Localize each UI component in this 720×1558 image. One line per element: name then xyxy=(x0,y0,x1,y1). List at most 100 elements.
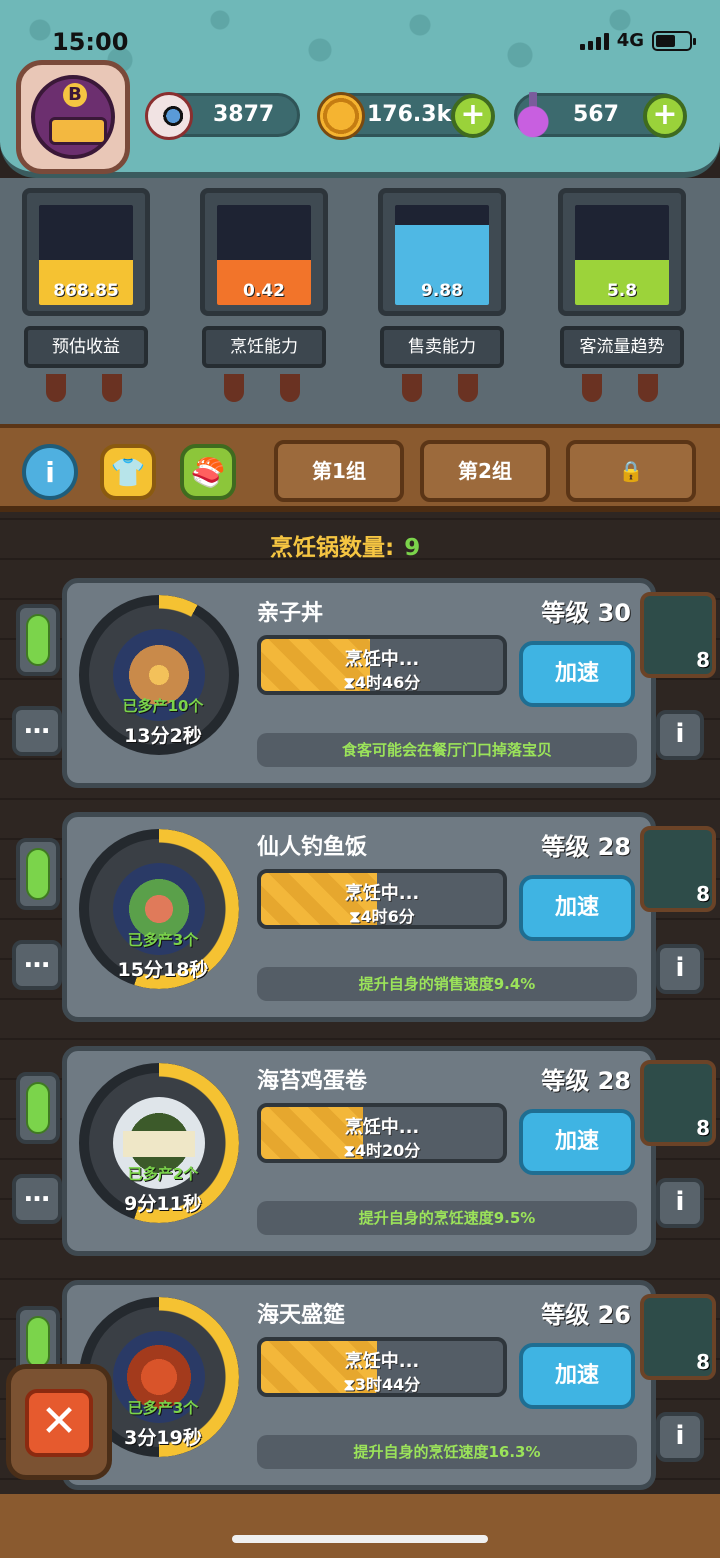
stats-machine-area: 868.85 预估收益 0.42 烹饪能力 9.88 售卖能力 5.8 客流量趋… xyxy=(0,178,720,424)
machine-legs xyxy=(396,374,488,402)
stat-selling-ability[interactable]: 9.88 售卖能力 xyxy=(368,188,516,408)
stat-label: 烹饪能力 xyxy=(202,326,326,368)
level-up-button[interactable] xyxy=(16,604,60,676)
add-potions-button[interactable]: + xyxy=(643,94,687,138)
level-up-button[interactable] xyxy=(16,838,60,910)
speed-up-button[interactable]: 加速 xyxy=(519,875,635,941)
dish-effect: 提升自身的烹饪速度16.3% xyxy=(257,1435,637,1469)
cooking-status: 烹饪中... xyxy=(344,1351,420,1372)
add-coins-button[interactable]: + xyxy=(451,94,495,138)
home-indicator[interactable] xyxy=(232,1535,488,1543)
more-options-button[interactable]: … xyxy=(12,706,62,756)
stat-tank: 868.85 xyxy=(39,205,133,305)
more-options-button[interactable]: … xyxy=(12,940,62,990)
recipe-book-icon[interactable]: 8 xyxy=(640,592,716,678)
stat-value: 5.8 xyxy=(606,281,638,301)
info-button[interactable]: i xyxy=(22,444,78,500)
shirt-icon: 👕 xyxy=(110,455,146,489)
arrow-up-icon xyxy=(26,1316,50,1368)
arrow-up-icon xyxy=(26,1082,50,1134)
stat-cooking-ability[interactable]: 0.42 烹饪能力 xyxy=(190,188,338,408)
dish-timer: 13分2秒 xyxy=(124,725,202,747)
stat-frame: 0.42 xyxy=(200,188,328,316)
dish-name: 海天盛筵 xyxy=(257,1303,346,1328)
speed-up-button[interactable]: 加速 xyxy=(519,641,635,707)
speed-up-button[interactable]: 加速 xyxy=(519,1109,635,1175)
signal-icon xyxy=(579,32,609,50)
dish-effect: 提升自身的销售速度9.4% xyxy=(257,967,637,1001)
recipe-button[interactable]: 🍣 xyxy=(180,444,236,500)
dish-card: 已多产3个 3分19秒 海天盛筵 等级 26 烹饪中... ⧗3时44分 加速 … xyxy=(62,1280,656,1490)
stat-value: 0.42 xyxy=(243,281,285,301)
tab-locked-group[interactable]: 🔒 xyxy=(566,440,696,502)
close-icon: ✕ xyxy=(25,1389,93,1457)
dish-info-button[interactable]: i xyxy=(656,1412,704,1462)
info-icon: i xyxy=(45,455,55,489)
level-up-button[interactable] xyxy=(16,1072,60,1144)
outfit-button[interactable]: 👕 xyxy=(100,444,156,500)
currency-eyeballs: 3877 xyxy=(145,92,300,140)
pot-count-value: 9 xyxy=(404,535,421,561)
bottom-floor xyxy=(0,1494,720,1558)
cooking-status: 烹饪中... xyxy=(344,649,420,670)
cooking-progress-bar: 烹饪中... ⧗4时6分 xyxy=(257,869,507,929)
stat-tank: 0.42 xyxy=(217,205,311,305)
tab-group-2[interactable]: 第2组 xyxy=(420,440,550,502)
pot-count-label: 烹饪锅数量: xyxy=(270,535,395,561)
recipe-book-count: 8 xyxy=(696,882,710,906)
cooking-progress-bar: 烹饪中... ⧗3时44分 xyxy=(257,1337,507,1397)
stat-label: 售卖能力 xyxy=(380,326,504,368)
dish-info-button[interactable]: i xyxy=(656,710,704,760)
dish-name: 亲子丼 xyxy=(257,601,324,626)
more-options-button[interactable]: … xyxy=(12,1174,62,1224)
status-bar: 15:00 4G xyxy=(0,22,720,62)
dish-level: 等级 30 xyxy=(541,599,631,627)
status-indicators: 4G xyxy=(579,30,696,51)
recipe-book-count: 8 xyxy=(696,1116,710,1140)
stat-label: 预估收益 xyxy=(24,326,148,368)
network-type: 4G xyxy=(616,30,644,51)
arrow-up-icon xyxy=(26,614,50,666)
dish-card: 已多产10个 13分2秒 亲子丼 等级 30 烹饪中... ⧗4时46分 加速 … xyxy=(62,578,656,788)
battery-icon xyxy=(652,30,696,51)
lock-icon: 🔒 xyxy=(618,459,644,483)
extra-produced: 已多产3个 xyxy=(127,1399,199,1417)
dish-level: 等级 26 xyxy=(541,1301,631,1329)
speed-up-button[interactable]: 加速 xyxy=(519,1343,635,1409)
dish-effect: 食客可能会在餐厅门口掉落宝贝 xyxy=(257,733,637,767)
stat-tank: 9.88 xyxy=(395,205,489,305)
extra-produced: 已多产10个 xyxy=(122,697,204,715)
arrow-up-icon xyxy=(26,848,50,900)
tab-group-1[interactable]: 第1组 xyxy=(274,440,404,502)
dish-name: 海苔鸡蛋卷 xyxy=(257,1069,368,1094)
player-avatar[interactable] xyxy=(16,60,130,174)
potion-count: 567 xyxy=(573,102,619,127)
dish-info-button[interactable]: i xyxy=(656,1178,704,1228)
machine-legs xyxy=(576,374,668,402)
machine-legs xyxy=(218,374,310,402)
close-button[interactable]: ✕ xyxy=(6,1364,112,1480)
cooking-progress-bar: 烹饪中... ⧗4时46分 xyxy=(257,635,507,695)
monster-avatar-icon xyxy=(31,75,115,159)
stat-frame: 868.85 xyxy=(22,188,150,316)
dish-card: 已多产3个 15分18秒 仙人钓鱼饭 等级 28 烹饪中... ⧗4时6分 加速… xyxy=(62,812,656,1022)
stat-traffic-trend[interactable]: 5.8 客流量趋势 xyxy=(548,188,696,408)
eyeball-icon xyxy=(145,92,193,140)
dish-info-button[interactable]: i xyxy=(656,944,704,994)
cooking-status: 烹饪中... xyxy=(344,1117,420,1138)
cooking-status: 烹饪中... xyxy=(344,883,420,904)
extra-produced: 已多产2个 xyxy=(127,1165,199,1183)
recipe-book-icon[interactable]: 8 xyxy=(640,1060,716,1146)
recipe-book-icon[interactable]: 8 xyxy=(640,826,716,912)
dish-timer: 15分18秒 xyxy=(117,959,209,981)
stat-label: 客流量趋势 xyxy=(560,326,684,368)
dish-effect: 提升自身的烹饪速度9.5% xyxy=(257,1201,637,1235)
recipe-book-icon[interactable]: 8 xyxy=(640,1294,716,1380)
stat-value: 868.85 xyxy=(53,281,119,301)
stat-estimated-income[interactable]: 868.85 预估收益 xyxy=(12,188,160,408)
toolbar: i 👕 🍣 第1组 第2组 🔒 xyxy=(0,424,720,512)
stat-value: 9.88 xyxy=(421,281,463,301)
potion-icon xyxy=(509,92,557,140)
extra-produced: 已多产3个 xyxy=(127,931,199,949)
currency-potions: 567 + xyxy=(509,92,687,140)
